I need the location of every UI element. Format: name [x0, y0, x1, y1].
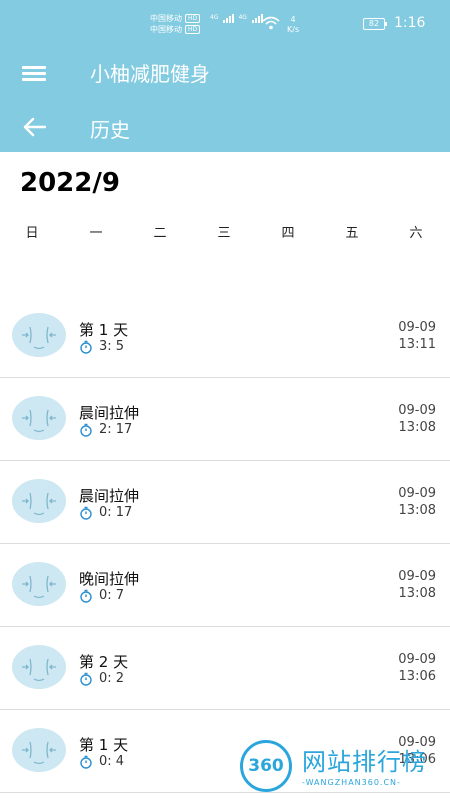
workout-thumbnail	[12, 562, 66, 606]
menu-icon[interactable]	[22, 64, 48, 82]
carrier-info: 中国移动 HD 中国移动 HD	[150, 13, 201, 35]
duration-text: 3: 5	[99, 339, 125, 354]
workout-duration: 0: 2	[79, 671, 124, 686]
history-row[interactable]: 晨间拉伸 2: 17 09-09 13:08	[0, 378, 450, 461]
workout-name: 第 1 天	[79, 736, 129, 754]
speed-value: 4	[290, 15, 296, 24]
workout-thumbnail	[12, 396, 66, 440]
workout-thumbnail	[12, 645, 66, 689]
page-title: 历史	[90, 118, 130, 142]
duration-text: 0: 7	[99, 588, 125, 603]
back-arrow-icon[interactable]	[22, 116, 48, 138]
history-row[interactable]: 第 2 天 0: 2 09-09 13:06	[0, 627, 450, 710]
signal-icon-1	[223, 14, 235, 23]
status-time: 1:16	[394, 15, 426, 31]
weekday-tue: 二	[153, 226, 167, 241]
speed-unit: K/s	[287, 25, 300, 34]
signal-indicators: 4G 4G	[210, 14, 263, 23]
app-bar: 小柚减肥健身 历史	[0, 52, 450, 152]
duration-text: 0: 17	[99, 505, 133, 520]
watermark-logo: 360	[240, 740, 292, 792]
workout-date: 09-09	[398, 320, 436, 335]
history-row[interactable]: 第 1 天 3: 5 09-09 13:11	[0, 295, 450, 378]
workout-duration: 2: 17	[79, 422, 132, 437]
workout-time: 13:08	[398, 503, 436, 518]
hd-badge-2: HD	[185, 25, 201, 34]
timer-icon	[80, 755, 92, 769]
battery-level: 82	[368, 19, 380, 28]
weekday-sat: 六	[409, 226, 423, 241]
history-list: 第 1 天 3: 5 09-09 13:11 晨间拉伸 2: 17 09-09 …	[0, 295, 450, 793]
watermark: 360 网站排行榜 -WANGZHAN360.CN-	[238, 736, 448, 798]
network-type-1: 4G	[210, 14, 219, 21]
duration-text: 2: 17	[99, 422, 133, 437]
duration-text: 0: 4	[99, 754, 125, 769]
timer-icon	[80, 506, 92, 520]
history-row[interactable]: 晨间拉伸 0: 17 09-09 13:08	[0, 461, 450, 544]
workout-time: 13:06	[398, 669, 436, 684]
workout-duration: 3: 5	[79, 339, 124, 354]
network-type-2: 4G	[238, 14, 247, 21]
workout-time: 13:08	[398, 586, 436, 601]
watermark-url: -WANGZHAN360.CN-	[302, 778, 401, 787]
hd-badge-1: HD	[185, 14, 201, 23]
workout-name: 晚间拉伸	[79, 570, 140, 588]
timer-icon	[80, 423, 92, 437]
workout-name: 第 2 天	[79, 653, 129, 671]
workout-date: 09-09	[398, 569, 436, 584]
workout-thumbnail	[12, 479, 66, 523]
workout-thumbnail	[12, 728, 66, 772]
workout-time: 13:11	[398, 337, 436, 352]
battery-icon: 82	[363, 18, 387, 30]
workout-duration: 0: 17	[79, 505, 132, 520]
wifi-icon	[262, 16, 280, 30]
watermark-text: 网站排行榜	[302, 748, 427, 776]
weekday-mon: 一	[89, 226, 103, 241]
timer-icon	[80, 589, 92, 603]
app-title: 小柚减肥健身	[90, 62, 210, 86]
network-speed: 4 K/s	[287, 15, 299, 35]
workout-date: 09-09	[398, 403, 436, 418]
calendar-month: 2022/9	[20, 168, 120, 198]
status-bar: 中国移动 HD 中国移动 HD 4G 4G 4 K/s 82 1:16	[0, 0, 450, 52]
workout-name: 晨间拉伸	[79, 404, 140, 422]
weekday-thu: 四	[281, 226, 295, 241]
workout-date: 09-09	[398, 486, 436, 501]
workout-duration: 0: 4	[79, 754, 124, 769]
weekday-wed: 三	[217, 226, 231, 241]
workout-name: 晨间拉伸	[79, 487, 140, 505]
carrier-label-1: 中国移动	[150, 14, 182, 23]
weekday-header: 日 一 二 三 四 五 六	[0, 222, 450, 242]
workout-date: 09-09	[398, 652, 436, 667]
weekday-sun: 日	[25, 226, 39, 241]
workout-name: 第 1 天	[79, 321, 129, 339]
workout-time: 13:08	[398, 420, 436, 435]
duration-text: 0: 2	[99, 671, 125, 686]
carrier-label-2: 中国移动	[150, 25, 182, 34]
workout-duration: 0: 7	[79, 588, 124, 603]
timer-icon	[80, 672, 92, 686]
workout-thumbnail	[12, 313, 66, 357]
history-row[interactable]: 晚间拉伸 0: 7 09-09 13:08	[0, 544, 450, 627]
weekday-fri: 五	[345, 226, 359, 241]
timer-icon	[80, 340, 92, 354]
